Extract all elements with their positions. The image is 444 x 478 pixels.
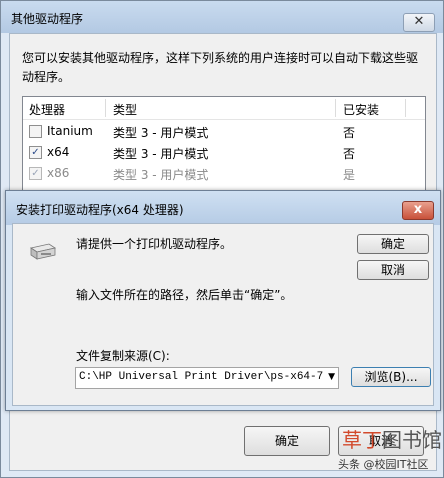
column-header-processor[interactable]: 处理器 xyxy=(29,101,65,118)
column-separator[interactable] xyxy=(105,99,106,117)
browse-button[interactable]: 浏览(B)... xyxy=(351,367,431,387)
copy-from-combobox[interactable]: C:\HP Universal Print Driver\ps-x64-7.0.… xyxy=(75,367,339,389)
installed-status: 是 xyxy=(343,168,356,182)
column-header-installed[interactable]: 已安装 xyxy=(343,101,379,118)
driver-type: 类型 3 - 用户模式 xyxy=(113,147,209,161)
watermark-logo-b: 图书馆 xyxy=(382,428,442,452)
column-header-type[interactable]: 类型 xyxy=(113,101,137,118)
outer-description: 您可以安装其他驱动程序，这样下列系统的用户连接时可以自动下载这些驱动程序。 xyxy=(22,51,419,84)
inner-cancel-button[interactable]: 取消 xyxy=(357,260,429,280)
column-separator[interactable] xyxy=(335,99,336,117)
outer-title-bar: 其他驱动程序 ✕ xyxy=(1,1,443,33)
processor-name: x86 xyxy=(47,166,70,180)
list-item[interactable]: ✓ x86 类型 3 - 用户模式 是 xyxy=(23,163,425,184)
list-header: 处理器 类型 已安装 xyxy=(23,97,425,120)
inner-title-bar: 安装打印驱动程序(x64 处理器) x xyxy=(6,191,440,225)
inner-body: 请提供一个打印机驱动程序。 输入文件所在的路径，然后单击“确定”。 文件复制来源… xyxy=(12,223,434,406)
installed-status: 否 xyxy=(343,147,356,161)
processor-checkbox[interactable]: ✓ xyxy=(29,146,42,159)
outer-title: 其他驱动程序 xyxy=(11,12,84,26)
copy-from-label: 文件复制来源(C): xyxy=(76,349,170,363)
watermark-logo: 草丁图书馆 xyxy=(342,424,442,453)
driver-prompt: 请提供一个打印机驱动程序。 xyxy=(76,237,233,251)
processor-name: x64 xyxy=(47,145,70,159)
driver-type: 类型 3 - 用户模式 xyxy=(113,126,209,140)
inner-close-button[interactable]: x xyxy=(402,201,434,220)
watermark-credit: 头条 @校园IT社区 xyxy=(338,458,429,471)
column-separator[interactable] xyxy=(405,99,406,117)
list-item[interactable]: Itanium 类型 3 - 用户模式 否 xyxy=(23,121,425,142)
outer-ok-button[interactable]: 确定 xyxy=(244,426,330,456)
driver-type: 类型 3 - 用户模式 xyxy=(113,168,209,182)
installed-status: 否 xyxy=(343,126,356,140)
outer-close-button[interactable]: ✕ xyxy=(403,13,435,32)
copy-from-value: C:\HP Universal Print Driver\ps-x64-7.0. xyxy=(79,371,325,383)
chevron-down-icon[interactable]: ▼ xyxy=(328,372,335,382)
inner-ok-button[interactable]: 确定 xyxy=(357,234,429,254)
path-instruction: 输入文件所在的路径，然后单击“确定”。 xyxy=(76,288,293,302)
list-item[interactable]: ✓ x64 类型 3 - 用户模式 否 xyxy=(23,142,425,163)
processor-name: Itanium xyxy=(47,124,93,138)
processor-checkbox[interactable]: ✓ xyxy=(29,167,42,180)
install-print-driver-dialog: 安装打印驱动程序(x64 处理器) x 请提供一个打印机驱动程序。 输入文件所在… xyxy=(5,190,441,411)
inner-title: 安装打印驱动程序(x64 处理器) xyxy=(16,203,184,217)
printer-icon xyxy=(29,243,57,260)
processor-checkbox[interactable] xyxy=(29,125,42,138)
watermark-logo-a: 草丁 xyxy=(342,428,382,452)
